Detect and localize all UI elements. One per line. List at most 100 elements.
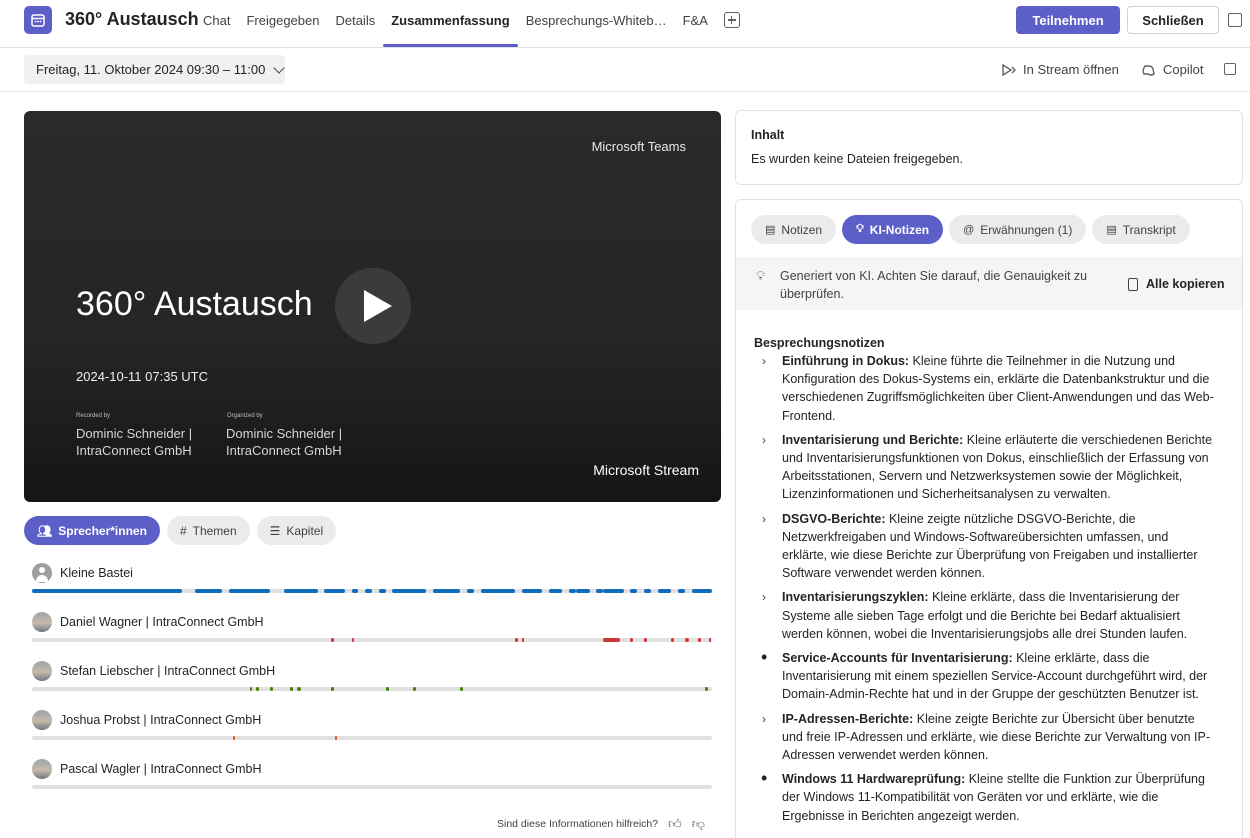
avatar <box>32 759 52 779</box>
speaking-segment[interactable] <box>351 589 359 593</box>
open-in-stream-button[interactable]: In Stream öffnen <box>1001 62 1119 77</box>
at-icon: @ <box>963 223 975 236</box>
tab-whiteboard[interactable]: Besprechungs-Whiteb… <box>518 0 675 40</box>
speaker-name: Kleine Bastei <box>60 566 133 580</box>
speaking-segment[interactable] <box>514 638 518 642</box>
topics-chip[interactable]: # Themen <box>166 516 250 545</box>
chevron-right-icon[interactable]: › <box>762 510 766 528</box>
speaking-segment[interactable] <box>603 589 624 593</box>
tab-qa[interactable]: F&A <box>675 0 716 40</box>
avatar <box>32 710 52 730</box>
speaking-segment[interactable] <box>521 589 542 593</box>
speaking-segment[interactable] <box>569 589 576 593</box>
stream-icon <box>1002 63 1016 76</box>
tab-bar: Chat Freigegeben Details Zusammenfassung… <box>195 0 740 47</box>
thumbs-up-icon[interactable]: 👍︎ <box>668 816 682 832</box>
chevron-right-icon[interactable]: › <box>762 588 766 606</box>
speaking-segment[interactable] <box>229 589 270 593</box>
speaker-row[interactable]: Kleine Bastei <box>32 563 712 603</box>
speaking-segment[interactable] <box>521 638 525 642</box>
speaking-segment[interactable] <box>678 589 685 593</box>
speaking-segment[interactable] <box>331 687 334 691</box>
popout-icon[interactable] <box>1224 63 1236 75</box>
speaker-timeline[interactable] <box>32 687 712 691</box>
speaking-segment[interactable] <box>630 638 634 642</box>
speaking-segment[interactable] <box>698 638 702 642</box>
tab-details[interactable]: Details <box>327 0 383 40</box>
speaker-timeline[interactable] <box>32 785 712 789</box>
speaking-segment[interactable] <box>365 589 372 593</box>
tab-notes[interactable]: ▤ Notizen <box>751 215 837 244</box>
recording-player[interactable]: Microsoft Teams 360° Austausch 2024-10-1… <box>24 111 721 502</box>
speaking-segment[interactable] <box>334 736 337 740</box>
list-item[interactable]: › Inventarisierung und Berichte: Kleine … <box>754 431 1214 504</box>
tab-ai-notes[interactable]: 💡︎ KI-Notizen <box>842 215 944 244</box>
tab-summary[interactable]: Zusammenfassung <box>383 0 519 47</box>
speaking-segment[interactable] <box>256 687 260 691</box>
speaking-segment[interactable] <box>691 589 712 593</box>
speaker-timeline[interactable] <box>32 736 712 740</box>
add-tab-icon[interactable] <box>723 12 740 28</box>
speaking-segment[interactable] <box>392 589 427 593</box>
speaking-segment[interactable] <box>576 589 590 593</box>
speaker-row[interactable]: Daniel Wagner | IntraConnect GmbH <box>32 612 712 652</box>
speaking-segment[interactable] <box>385 687 389 691</box>
chevron-right-icon[interactable]: › <box>762 710 766 728</box>
speaking-segment[interactable] <box>32 589 182 593</box>
tab-chat[interactable]: Chat <box>195 0 238 40</box>
speaking-segment[interactable] <box>467 589 474 593</box>
speaking-segment[interactable] <box>684 638 689 642</box>
speaking-segment[interactable] <box>433 589 461 593</box>
tab-shared[interactable]: Freigegeben <box>238 0 327 40</box>
speaking-segment[interactable] <box>324 589 345 593</box>
list-item[interactable]: › Inventarisierungszyklen: Kleine erklär… <box>754 588 1214 643</box>
tab-mentions[interactable]: @ Erwähnungen (1) <box>949 215 1087 244</box>
speaking-segment[interactable] <box>705 687 708 691</box>
note-icon: ▤ <box>765 224 776 236</box>
speaking-segment[interactable] <box>195 589 223 593</box>
popout-icon[interactable] <box>1228 13 1242 27</box>
speaking-segment[interactable] <box>297 687 302 691</box>
speaker-timeline[interactable] <box>32 638 712 642</box>
speaker-row[interactable]: Stefan Liebscher | IntraConnect GmbH <box>32 661 712 701</box>
chevron-right-icon[interactable]: › <box>762 352 766 370</box>
join-button[interactable]: Teilnehmen <box>1016 6 1120 34</box>
speaking-segment[interactable] <box>460 687 464 691</box>
speaking-segment[interactable] <box>378 589 386 593</box>
speaking-segment[interactable] <box>671 638 674 642</box>
speaking-segment[interactable] <box>630 589 638 593</box>
speaker-timeline[interactable] <box>32 589 712 593</box>
list-item[interactable]: › DSGVO-Berichte: Kleine zeigte nützlich… <box>754 510 1214 583</box>
close-button[interactable]: Schließen <box>1127 6 1219 34</box>
thumbs-down-icon[interactable]: 👎︎ <box>692 816 705 832</box>
speaking-segment[interactable] <box>270 687 273 691</box>
date-dropdown[interactable]: Freitag, 11. Oktober 2024 09:30 – 11:00 <box>24 55 286 84</box>
list-item[interactable]: › IP-Adressen-Berichte: Kleine zeigte Be… <box>754 710 1214 765</box>
chevron-right-icon[interactable]: › <box>762 431 766 449</box>
speaking-segment[interactable] <box>644 638 647 642</box>
play-icon[interactable] <box>335 268 411 344</box>
speaking-segment[interactable] <box>232 736 236 740</box>
speaking-segment[interactable] <box>249 687 253 691</box>
copy-all-button[interactable]: Alle kopieren <box>1128 277 1225 291</box>
tab-transcript[interactable]: ▤ Transkript <box>1092 215 1190 244</box>
chapters-chip[interactable]: ☰ Kapitel <box>256 516 337 545</box>
speaking-segment[interactable] <box>283 589 318 593</box>
speaker-row[interactable]: Pascal Wagler | IntraConnect GmbH <box>32 759 712 799</box>
speaking-segment[interactable] <box>290 687 294 691</box>
speaking-segment[interactable] <box>603 638 621 642</box>
speaking-segment[interactable] <box>351 638 355 642</box>
speakers-chip[interactable]: 👥︎ Sprecher*innen <box>24 516 160 545</box>
speaking-segment[interactable] <box>548 589 563 593</box>
speaking-segment[interactable] <box>331 638 334 642</box>
speaking-segment[interactable] <box>596 589 604 593</box>
speaker-row[interactable]: Joshua Probst | IntraConnect GmbH <box>32 710 712 750</box>
speaking-segment[interactable] <box>708 638 712 642</box>
speaking-segment[interactable] <box>412 687 416 691</box>
speaking-segment[interactable] <box>480 589 515 593</box>
copilot-button[interactable]: Copilot <box>1141 62 1203 77</box>
speaking-segment[interactable] <box>644 589 651 593</box>
list-item[interactable]: › Einführung in Dokus: Kleine führte die… <box>754 352 1214 425</box>
content-heading: Inhalt <box>751 128 785 142</box>
speaking-segment[interactable] <box>657 589 672 593</box>
